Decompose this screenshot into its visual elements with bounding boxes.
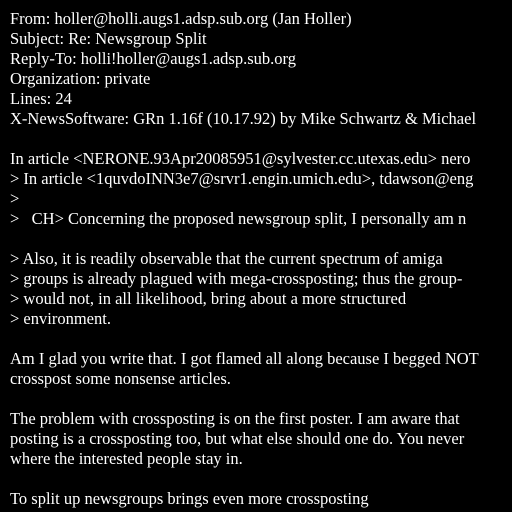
body-line: where the interested people stay in. <box>10 449 243 468</box>
body-line: The problem with crossposting is on the … <box>10 409 460 428</box>
header-x-newssoftware: X-NewsSoftware: GRn 1.16f (10.17.92) by … <box>10 109 477 128</box>
header-lines: Lines: 24 <box>10 89 72 108</box>
article-text: From: holler@holli.augs1.adsp.sub.org (J… <box>10 9 512 509</box>
quote-nested-attribution: > In article <1quvdoINN3e7@srvr1.engin.u… <box>10 169 474 188</box>
header-reply-to: Reply-To: holli!holler@augs1.adsp.sub.or… <box>10 49 296 68</box>
quote-line: > would not, in all likelihood, bring ab… <box>10 289 407 308</box>
header-subject: Subject: Re: Newsgroup Split <box>10 29 207 48</box>
quote-nested-blank: > <box>10 189 20 208</box>
quote-line: > environment. <box>10 309 111 328</box>
quote-ch-line: > CH> Concerning the proposed newsgroup … <box>10 209 467 228</box>
body-line: To split up newsgroups brings even more … <box>10 489 369 508</box>
body-line: crosspost some nonsense articles. <box>10 369 231 388</box>
body-line: posting is a crossposting too, but what … <box>10 429 465 448</box>
newsreader-screen: From: holler@holli.augs1.adsp.sub.org (J… <box>0 0 512 512</box>
header-from: From: holler@holli.augs1.adsp.sub.org (J… <box>10 9 352 28</box>
quote-attribution: In article <NERONE.93Apr20085951@sylvest… <box>10 149 471 168</box>
header-organization: Organization: private <box>10 69 151 88</box>
body-line: Am I glad you write that. I got flamed a… <box>10 349 479 368</box>
quote-line: > groups is already plagued with mega-cr… <box>10 269 463 288</box>
quote-line: > Also, it is readily observable that th… <box>10 249 443 268</box>
